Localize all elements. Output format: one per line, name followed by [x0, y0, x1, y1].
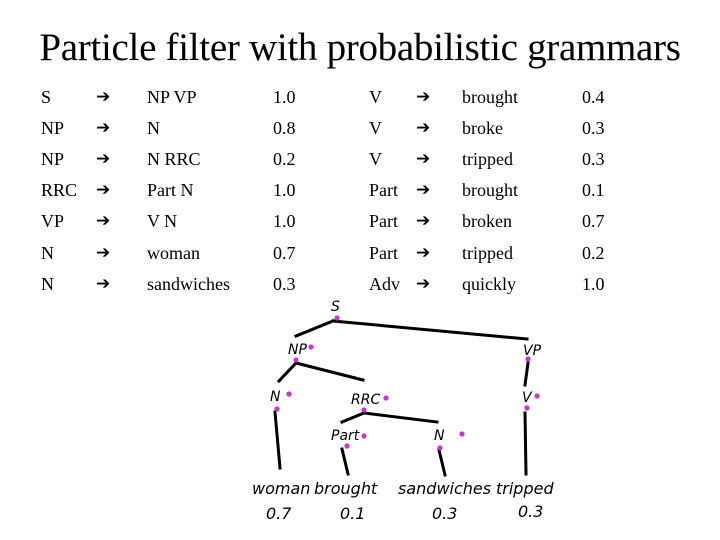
particle-dot — [286, 391, 292, 397]
particle-dot — [361, 407, 367, 413]
leaf-probability: 0.1 — [340, 504, 365, 523]
leaf-probability: 0.7 — [266, 504, 292, 523]
particle-dot — [524, 405, 530, 411]
node-label-np: NP — [288, 342, 307, 358]
leaf-word: brought — [314, 479, 378, 498]
particle-dot — [344, 443, 350, 449]
edge-v-tripped — [523, 411, 528, 476]
node-label-part: Part — [331, 428, 360, 444]
particle-dot — [334, 315, 340, 321]
leaf-probability: 0.3 — [518, 502, 543, 521]
leaf-word: tripped — [496, 479, 554, 498]
leaf-probability: 0.3 — [432, 504, 457, 523]
leaf-word: woman — [252, 479, 310, 498]
edge-np-rrc — [294, 361, 365, 382]
particle-dot — [437, 445, 443, 451]
particle-dot — [293, 357, 299, 363]
node-label-rrc: RRC — [351, 392, 380, 408]
node-label-s: S — [331, 299, 340, 315]
particle-dot — [525, 356, 531, 362]
edge-n-sandwiches — [437, 448, 447, 477]
leaf-word: sandwiches — [398, 479, 491, 498]
particle-dot — [308, 344, 314, 350]
edge-s-np — [294, 319, 335, 338]
tree-edges — [273, 319, 530, 477]
tree-node-labels: S NP VP N RRC Part N V — [270, 299, 542, 444]
node-label-n: N — [434, 428, 445, 444]
tree-leaves: woman brought sandwiches tripped 0.7 0.1… — [252, 479, 554, 523]
edge-s-vp — [331, 319, 529, 341]
parse-tree: S NP VP N RRC Part N V woman brought san… — [252, 299, 554, 523]
edge-rrc-part — [340, 411, 366, 424]
edge-np-n — [276, 360, 299, 384]
edge-n-woman — [273, 410, 282, 470]
particle-dot — [361, 433, 367, 439]
edge-part-brought — [340, 447, 350, 476]
edge-vp-v — [523, 361, 530, 387]
particle-dot — [274, 406, 280, 412]
edge-rrc-n — [362, 411, 439, 424]
node-label-n: N — [270, 389, 281, 405]
node-label-v: V — [522, 390, 533, 406]
node-label-vp: VP — [523, 343, 542, 359]
particle-dot — [459, 431, 465, 437]
particle-dot — [534, 393, 540, 399]
particle-dot — [383, 395, 389, 401]
